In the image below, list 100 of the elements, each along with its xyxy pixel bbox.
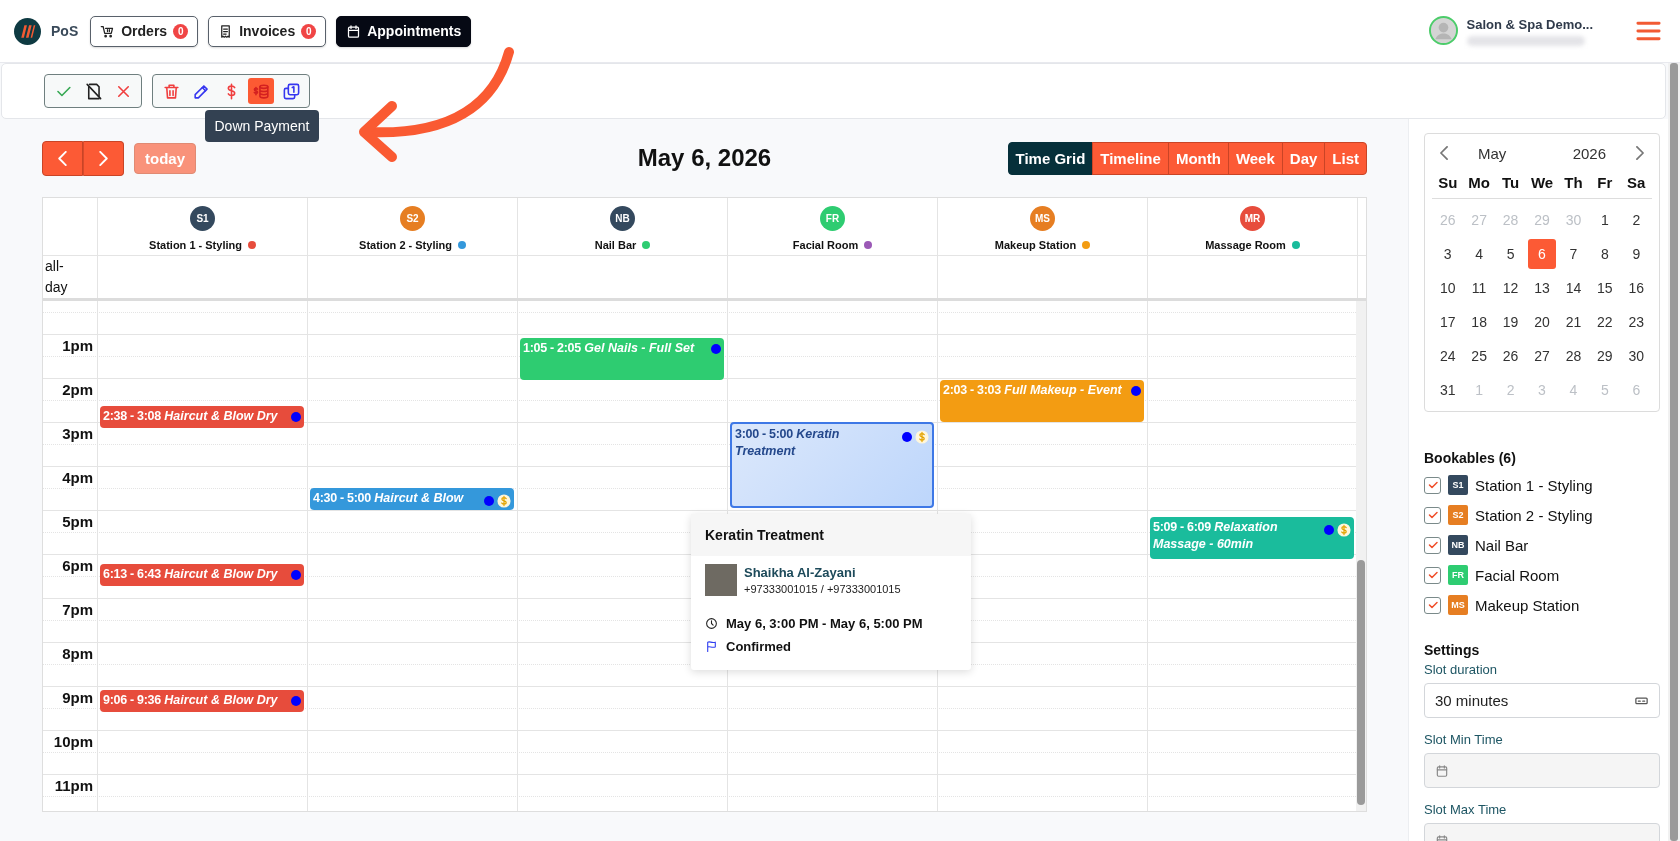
field-label: Slot duration — [1424, 662, 1498, 677]
resource-avatar: NB — [610, 206, 635, 231]
resource-badge: S1 — [1448, 475, 1468, 495]
calendar-day[interactable]: 17 — [1434, 307, 1462, 337]
resource-badge: NB — [1448, 535, 1468, 555]
resource-name: Facial Room — [792, 239, 859, 251]
section-title: Settings — [1424, 642, 1481, 658]
calendar-day[interactable]: 23 — [1622, 307, 1650, 337]
resource-name: Nail Bar — [1475, 536, 1529, 554]
calendar-day[interactable]: 20 — [1528, 307, 1556, 337]
checkbox[interactable] — [1424, 566, 1441, 584]
dot-icon — [291, 411, 301, 422]
time-label: 1pm — [62, 337, 93, 354]
calendar-day[interactable]: 3 — [1434, 239, 1462, 269]
event-label: 2:38 - 3:08 Haircut & Blow Dry — [103, 407, 279, 425]
calendar-day[interactable]: 11 — [1465, 273, 1493, 303]
time-field[interactable] — [1424, 753, 1660, 788]
next-button[interactable] — [83, 140, 124, 176]
calendar-day[interactable]: 26 — [1496, 341, 1525, 371]
client-name[interactable]: Shaikha Al-Zayani — [744, 565, 901, 580]
resource-name: Station 2 - Styling — [1475, 506, 1593, 524]
weekday-label: Fr — [1596, 173, 1614, 191]
view-tab[interactable]: Time Grid — [1007, 141, 1094, 175]
checkbox[interactable] — [1424, 596, 1441, 614]
calendar-day[interactable]: 25 — [1465, 341, 1493, 371]
chevron-left-icon — [58, 150, 67, 166]
calendar-day[interactable]: 7 — [1559, 239, 1588, 269]
calendar-day[interactable]: 10 — [1434, 273, 1462, 303]
calendar-day[interactable]: 31 — [1434, 375, 1462, 405]
resource-badge: MS — [1448, 595, 1468, 615]
chevron-right-icon — [99, 150, 108, 166]
weekday-label: Mo — [1467, 173, 1491, 191]
calendar-day[interactable]: 30 — [1622, 341, 1650, 371]
checkbox[interactable] — [1424, 506, 1441, 524]
select-field[interactable]: 30 minutes — [1424, 683, 1660, 718]
weekday-label: Sa — [1626, 173, 1647, 191]
calendar-day[interactable]: 2 — [1622, 205, 1650, 235]
event-status: Confirmed — [726, 639, 791, 654]
appointment-event[interactable]: 6:13 - 6:43 Haircut & Blow Dry — [100, 563, 304, 586]
time-label: 3pm — [62, 425, 93, 442]
calendar-day[interactable]: 5 — [1496, 239, 1525, 269]
menu-icon — [1635, 19, 1662, 43]
calendar-day[interactable]: 16 — [1622, 273, 1650, 303]
copy-icon — [281, 81, 301, 101]
count-badge: 0 — [173, 23, 189, 39]
check-icon — [1426, 599, 1439, 611]
calendar-day[interactable]: 29 — [1591, 341, 1619, 371]
photo-placeholder — [705, 564, 737, 596]
previous-button[interactable] — [42, 140, 83, 176]
nav-tab[interactable]: Orders 0 — [90, 15, 199, 47]
time-label: 9pm — [62, 689, 93, 706]
client-phone: +97333001015 / +97333001015 — [744, 583, 901, 595]
dot-icon — [291, 569, 301, 580]
month-label[interactable]: May — [1478, 144, 1573, 162]
event-datetime: May 6, 3:00 PM - May 6, 5:00 PM — [726, 616, 923, 631]
resource-name: Makeup Station — [1475, 596, 1580, 614]
calendar-title: May 6, 2026 — [636, 144, 773, 172]
calendar-day[interactable]: 13 — [1528, 273, 1556, 303]
calendar-day[interactable]: 4 — [1465, 239, 1493, 269]
calendar-day[interactable]: 18 — [1465, 307, 1493, 337]
appointment-event[interactable]: 2:38 - 3:08 Haircut & Blow Dry — [100, 405, 304, 428]
appointment-event[interactable]: 3:00 - 5:00 Keratin Treatment — [730, 422, 934, 508]
chevron-left-icon — [1440, 146, 1448, 160]
weekday-label: Su — [1437, 173, 1459, 191]
resource-badge: FR — [1448, 565, 1468, 585]
calendar-icon — [346, 23, 362, 39]
resource-name: Station 1 - Styling — [1475, 476, 1593, 494]
time-label: 6pm — [62, 557, 93, 574]
calendar-day[interactable]: 8 — [1591, 239, 1619, 269]
user-name: Salon & Spa Demo... — [1466, 17, 1593, 32]
dot-icon — [1324, 524, 1334, 535]
nav-tab[interactable]: Invoices 0 — [208, 15, 327, 47]
time-label: 5pm — [62, 513, 93, 530]
appointment-event[interactable]: 9:06 - 9:36 Haircut & Blow Dry — [100, 690, 304, 713]
check-icon — [1426, 569, 1439, 581]
calendar-day[interactable]: 9 — [1622, 239, 1650, 269]
calendar-day[interactable]: 27 — [1528, 341, 1556, 371]
calendar-day[interactable]: 22 — [1591, 307, 1619, 337]
resource-avatar: FR — [820, 206, 845, 231]
page-scrollbar[interactable] — [1668, 63, 1680, 841]
weekday-label: Tu — [1500, 173, 1521, 191]
dot-icon — [711, 343, 721, 354]
resource-name: Makeup Station — [994, 239, 1077, 251]
nav-tab[interactable]: Appointments — [336, 15, 472, 47]
calendar-day[interactable]: 15 — [1591, 273, 1619, 303]
checkbox[interactable] — [1424, 536, 1441, 554]
calendar-day[interactable]: 24 — [1434, 341, 1462, 371]
calendar-day[interactable]: 28 — [1559, 341, 1588, 371]
crossed-document-icon — [83, 81, 103, 101]
calendar-day[interactable]: 19 — [1496, 307, 1525, 337]
checkbox[interactable] — [1424, 476, 1441, 494]
calendar-day[interactable]: 21 — [1559, 307, 1588, 337]
grid-scrollbar[interactable] — [1356, 301, 1366, 811]
calendar-day[interactable]: 14 — [1559, 273, 1588, 303]
calendar-icon — [1435, 763, 1449, 778]
calendar-day[interactable]: 12 — [1496, 273, 1525, 303]
calendar-day[interactable]: 1 — [1591, 205, 1619, 235]
time-label: 2pm — [62, 381, 93, 398]
user-avatar-icon — [1428, 16, 1458, 45]
year-label[interactable]: 2026 — [1572, 144, 1606, 162]
